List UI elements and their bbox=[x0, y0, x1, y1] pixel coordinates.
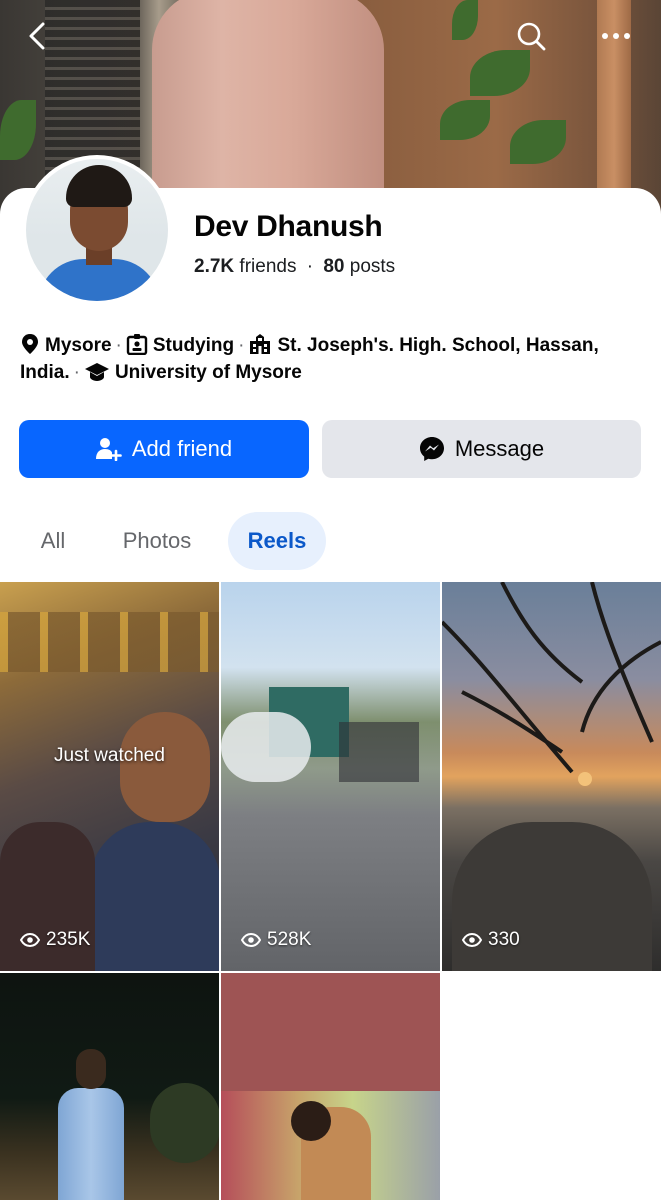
friends-label[interactable]: friends bbox=[239, 256, 296, 277]
intro-separator: · bbox=[238, 335, 245, 356]
reel-thumbnail[interactable] bbox=[221, 973, 440, 1200]
search-button[interactable] bbox=[509, 14, 553, 58]
intro-location-text: Mysore bbox=[45, 335, 112, 356]
person-shirt bbox=[90, 822, 219, 971]
people-group bbox=[339, 722, 419, 782]
reel-views-count: 528K bbox=[267, 929, 312, 950]
intro-university: University of Mysore bbox=[84, 362, 302, 383]
cover-plant-leaf bbox=[0, 100, 36, 160]
intro-separator: · bbox=[73, 362, 80, 383]
reel-views-count: 330 bbox=[488, 929, 520, 950]
eye-icon bbox=[241, 933, 261, 947]
reel-thumbnail[interactable]: 528K bbox=[221, 582, 440, 971]
more-horizontal-icon bbox=[602, 33, 630, 39]
person-head bbox=[76, 1049, 106, 1089]
id-card-icon bbox=[126, 334, 148, 356]
profile-intro: Mysore · Studying · St. Joseph's. High. Scho… bbox=[20, 332, 645, 386]
cover-plant-leaf bbox=[440, 100, 490, 140]
bus-window-rail bbox=[0, 612, 219, 672]
eye-icon bbox=[462, 933, 482, 947]
tree bbox=[150, 1083, 219, 1163]
cover-plant-leaf bbox=[452, 0, 478, 40]
reel-thumbnail[interactable]: 330 bbox=[442, 582, 661, 971]
sunset-sun bbox=[578, 772, 592, 786]
cover-person bbox=[152, 0, 384, 205]
eye-icon bbox=[20, 933, 40, 947]
posts-count: 80 bbox=[323, 256, 345, 277]
content-tabs: All Photos Reels bbox=[0, 512, 661, 570]
location-pin-icon bbox=[22, 334, 38, 354]
profile-stats: 2.7K friends · 80 posts bbox=[194, 256, 395, 278]
tab-reels[interactable]: Reels bbox=[228, 512, 326, 570]
profile-avatar[interactable] bbox=[22, 155, 172, 305]
reel-views: 528K bbox=[241, 929, 311, 951]
posts-label: posts bbox=[349, 256, 396, 277]
add-friend-button[interactable]: Add friend bbox=[19, 420, 309, 478]
messenger-icon bbox=[419, 437, 444, 461]
search-icon bbox=[517, 22, 546, 51]
stats-separator: · bbox=[306, 256, 314, 277]
avatar-hair bbox=[66, 165, 132, 207]
add-person-icon bbox=[95, 438, 122, 461]
intro-separator: · bbox=[115, 335, 122, 356]
tab-all[interactable]: All bbox=[22, 512, 84, 570]
message-label: Message bbox=[454, 436, 545, 461]
intro-status: Studying bbox=[126, 334, 235, 356]
person-head bbox=[291, 1101, 331, 1141]
person-face bbox=[120, 712, 210, 822]
message-button[interactable]: Message bbox=[322, 420, 641, 478]
tree-silhouette bbox=[442, 582, 661, 774]
friends-count[interactable]: 2.7K bbox=[194, 256, 234, 277]
graduation-cap-icon bbox=[84, 363, 109, 381]
school-building-icon bbox=[250, 334, 271, 354]
reel-views-count: 235K bbox=[46, 929, 91, 950]
intro-status-text: Studying bbox=[152, 335, 235, 356]
back-button[interactable] bbox=[16, 14, 60, 58]
reel-thumbnail[interactable]: Just watched 235K bbox=[0, 582, 219, 971]
more-options-button[interactable] bbox=[594, 14, 638, 58]
profile-name: Dev Dhanush bbox=[194, 210, 383, 243]
just-watched-label: Just watched bbox=[54, 745, 165, 766]
reel-photo bbox=[221, 1091, 440, 1200]
reel-thumbnail[interactable] bbox=[0, 973, 219, 1200]
cover-plant-leaf bbox=[510, 120, 566, 164]
avatar-shirt bbox=[38, 259, 160, 301]
reel-views: 330 bbox=[462, 929, 520, 951]
smoke bbox=[221, 712, 311, 782]
intro-location: Mysore bbox=[20, 334, 112, 356]
tab-photos[interactable]: Photos bbox=[104, 512, 210, 570]
reel-views: 235K bbox=[20, 929, 90, 951]
person-shirt bbox=[58, 1088, 124, 1200]
intro-university-text: University of Mysore bbox=[114, 362, 302, 383]
add-friend-label: Add friend bbox=[131, 436, 233, 461]
chevron-left-icon bbox=[29, 22, 45, 50]
